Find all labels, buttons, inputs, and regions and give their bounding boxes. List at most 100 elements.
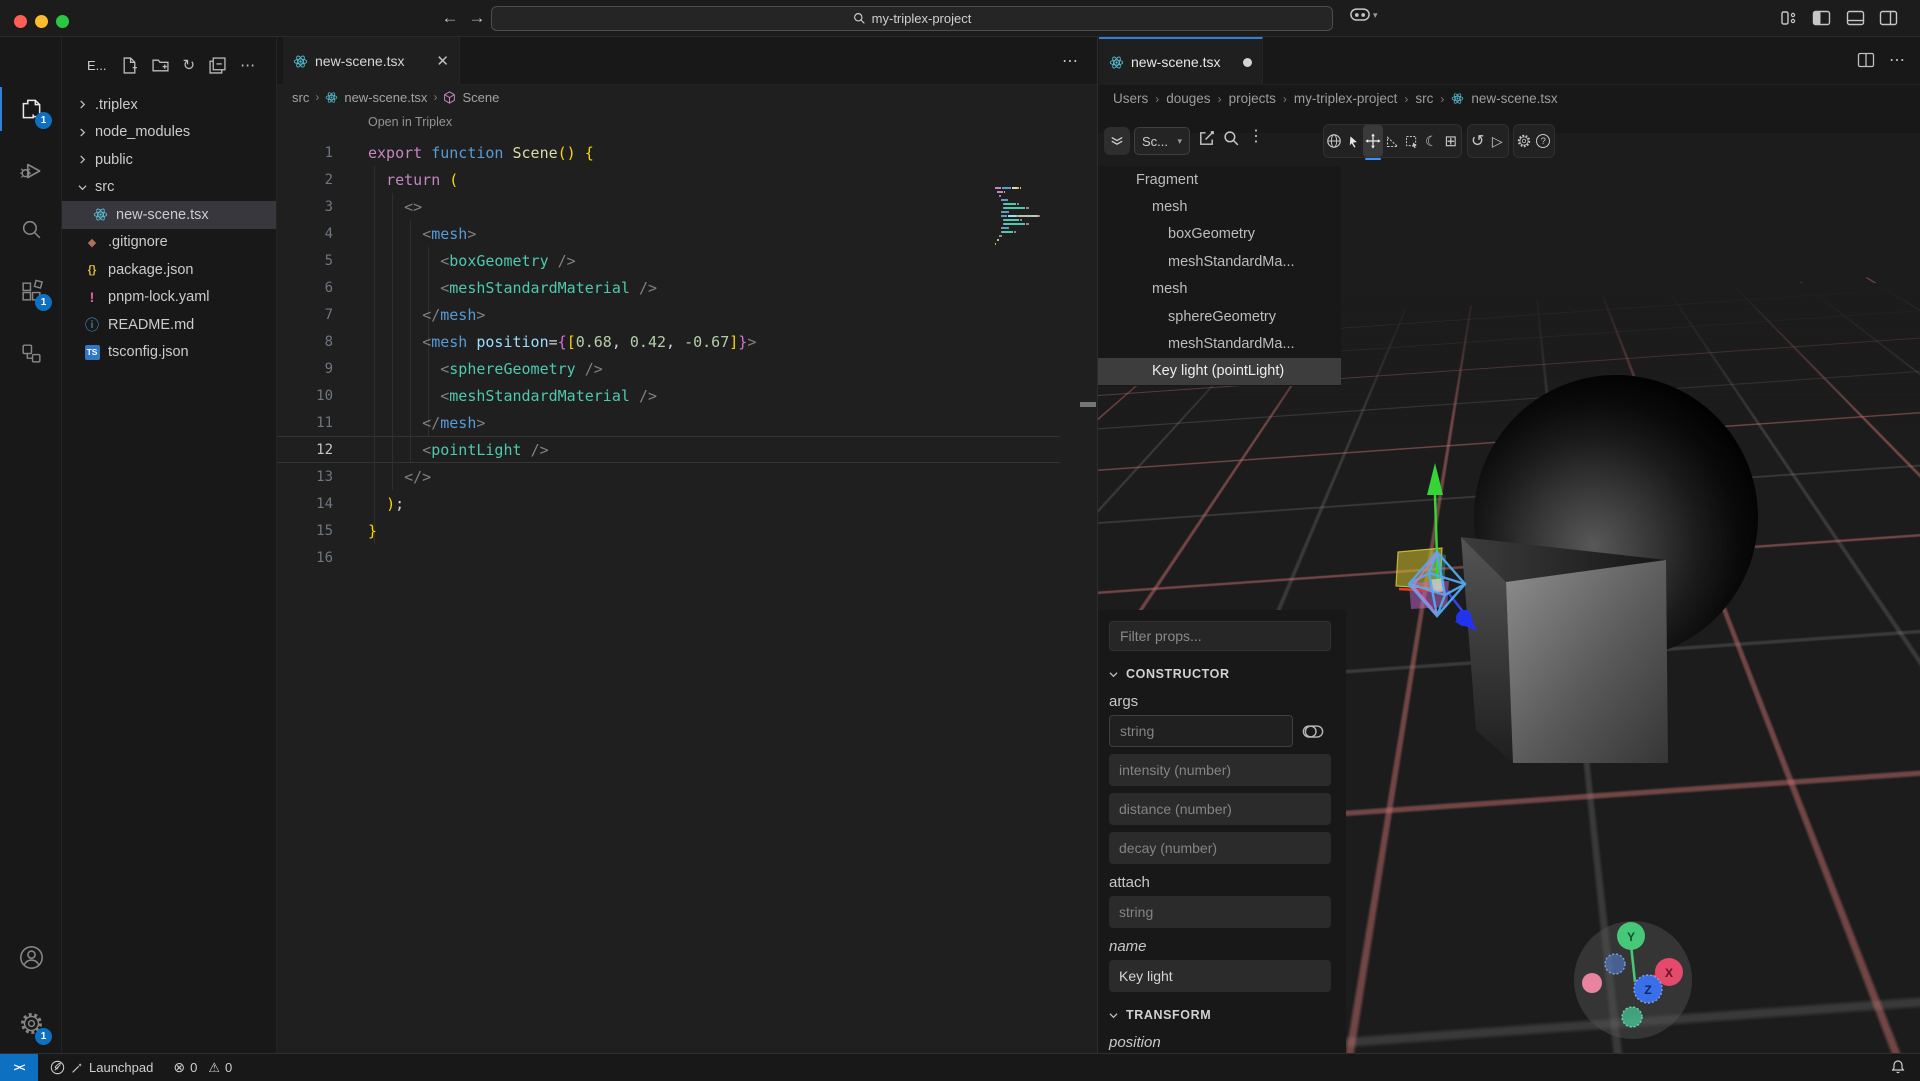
file-tree-item-node-modules[interactable]: node_modules: [62, 119, 276, 147]
play-icon[interactable]: ▷: [1488, 125, 1508, 157]
code-line-4[interactable]: 4 <mesh>: [277, 220, 1060, 247]
more-editor-actions-icon[interactable]: ⋯: [1062, 51, 1079, 71]
breadcrumb-item[interactable]: src: [1415, 91, 1433, 106]
sidebar-item-search[interactable]: [0, 205, 62, 253]
prop-input-string[interactable]: [1109, 715, 1293, 747]
code-line-13[interactable]: 13 </>: [277, 463, 1060, 490]
search-icon[interactable]: [1223, 130, 1240, 147]
undo-icon[interactable]: ↺: [1468, 125, 1488, 157]
code-line-5[interactable]: 5 <boxGeometry />: [277, 247, 1060, 274]
file-tree-item-readme-md[interactable]: ⓘREADME.md: [62, 311, 276, 339]
code-line-14[interactable]: 14 );: [277, 490, 1060, 517]
breadcrumb-item[interactable]: douges: [1166, 91, 1210, 106]
scene-tree-item-fragment[interactable]: Fragment: [1098, 166, 1341, 193]
switch-prop-type-icon[interactable]: [1302, 724, 1324, 739]
file-tree-item--gitignore[interactable]: ◆.gitignore: [62, 229, 276, 257]
sidebar-item-run-debug[interactable]: [0, 147, 62, 195]
scene-tree-item-key-light-pointlight-[interactable]: Key light (pointLight): [1098, 358, 1341, 385]
customize-layout-icon[interactable]: [1780, 10, 1798, 26]
sidebar-item-extensions[interactable]: 1: [0, 267, 62, 315]
file-tree-item-package-json[interactable]: {}package.json: [62, 256, 276, 284]
breadcrumb-item[interactable]: src: [292, 90, 309, 105]
file-tree-item-tsconfig-json[interactable]: TStsconfig.json: [62, 339, 276, 367]
navigate-back-button[interactable]: ←: [438, 6, 462, 30]
more-actions-icon[interactable]: ⋯: [240, 56, 255, 74]
file-tree-item-public[interactable]: public: [62, 146, 276, 174]
scene-select[interactable]: Sc... ▾: [1134, 127, 1190, 155]
more-actions-icon[interactable]: ⋯: [1889, 50, 1906, 70]
breadcrumb-item[interactable]: projects: [1229, 91, 1276, 106]
layers-button[interactable]: [1104, 127, 1130, 155]
tab-new-scene[interactable]: new-scene.tsx ✕: [283, 37, 460, 85]
window-minimize-button[interactable]: [35, 15, 48, 28]
sidebar-item-references[interactable]: [0, 329, 62, 377]
refresh-icon[interactable]: ↻: [183, 56, 196, 74]
scene-tree-item-meshstandardma-[interactable]: meshStandardMa...: [1098, 330, 1341, 357]
code-line-1[interactable]: 1export function Scene() {: [277, 139, 1060, 166]
prop-input-intensity-number-[interactable]: [1109, 754, 1331, 786]
remote-indicator[interactable]: ><: [0, 1054, 38, 1081]
accounts-button[interactable]: [0, 933, 62, 981]
section-header-constructor[interactable]: CONSTRUCTOR: [1109, 665, 1335, 683]
scene-tree-item-spheregeometry[interactable]: sphereGeometry: [1098, 303, 1341, 330]
copilot-menu[interactable]: ▾: [1350, 8, 1378, 22]
scene-tree-item-mesh[interactable]: mesh: [1098, 276, 1341, 303]
breadcrumb-item[interactable]: my-triplex-project: [1294, 91, 1398, 106]
minimap[interactable]: [995, 187, 1065, 251]
problems-status-item[interactable]: ⊗ 0 ⚠ 0: [173, 1059, 232, 1076]
split-editor-icon[interactable]: [1857, 52, 1875, 68]
launchpad-status-item[interactable]: Launchpad: [50, 1060, 153, 1075]
transform-tool[interactable]: [1402, 125, 1422, 157]
breadcrumb-item[interactable]: Users: [1113, 91, 1148, 106]
code-line-16[interactable]: 16: [277, 544, 1060, 571]
file-tree-item-pnpm-lock-yaml[interactable]: !pnpm-lock.yaml: [62, 284, 276, 312]
toggle-secondary-sidebar-icon[interactable]: [1879, 10, 1898, 26]
new-file-icon[interactable]: [121, 57, 138, 74]
settings-button[interactable]: 1: [0, 999, 62, 1047]
collapse-all-icon[interactable]: [209, 57, 226, 74]
prop-input-key-light[interactable]: [1109, 960, 1331, 992]
file-tree-item-src[interactable]: src: [62, 174, 276, 202]
toggle-panel-icon[interactable]: [1846, 10, 1865, 26]
code-line-9[interactable]: 9 <sphereGeometry />: [277, 355, 1060, 382]
explorer-title[interactable]: E...: [87, 58, 107, 73]
prop-input-string[interactable]: [1109, 896, 1331, 928]
code-line-8[interactable]: 8 <mesh position={[0.68, 0.42, -0.67]}>: [277, 328, 1060, 355]
code-line-11[interactable]: 11 </mesh>: [277, 409, 1060, 436]
command-center-search[interactable]: my-triplex-project: [491, 6, 1333, 31]
kebab-menu-icon[interactable]: ⋮: [1248, 126, 1264, 146]
prop-input-decay-number-[interactable]: [1109, 832, 1331, 864]
section-header-transform[interactable]: TRANSFORM: [1109, 1006, 1335, 1024]
navigate-forward-button[interactable]: →: [465, 6, 489, 30]
code-line-15[interactable]: 15}: [277, 517, 1060, 544]
breadcrumb-item[interactable]: new-scene.tsx: [344, 90, 427, 105]
code-area[interactable]: Open in Triplex 1export function Scene()…: [277, 109, 1097, 1053]
scene-tree-item-mesh[interactable]: mesh: [1098, 193, 1341, 220]
code-line-10[interactable]: 10 <meshStandardMaterial />: [277, 382, 1060, 409]
help-icon[interactable]: ?: [1534, 125, 1554, 157]
gear-icon[interactable]: [1514, 125, 1534, 157]
close-icon[interactable]: ✕: [436, 52, 449, 70]
frame-panels-tool[interactable]: ⊞: [1441, 125, 1461, 157]
breadcrumb-item[interactable]: new-scene.tsx: [1471, 91, 1557, 106]
filter-props-input[interactable]: [1109, 621, 1331, 651]
world-space-tool[interactable]: [1324, 125, 1344, 157]
notifications-bell-icon[interactable]: [1890, 1059, 1906, 1075]
code-line-2[interactable]: 2 return (: [277, 166, 1060, 193]
code-line-7[interactable]: 7 </mesh>: [277, 301, 1060, 328]
prop-input-distance-number-[interactable]: [1109, 793, 1331, 825]
window-close-button[interactable]: [14, 15, 27, 28]
scale-tool[interactable]: [1383, 125, 1403, 157]
code-line-12[interactable]: 12 <pointLight />: [277, 436, 1060, 463]
scene-tree-item-meshstandardma-[interactable]: meshStandardMa...: [1098, 248, 1341, 275]
code-line-3[interactable]: 3 <>: [277, 193, 1060, 220]
tab-new-scene-triplex[interactable]: new-scene.tsx: [1099, 37, 1263, 85]
scene-tree-item-boxgeometry[interactable]: boxGeometry: [1098, 221, 1341, 248]
lighting-toggle[interactable]: ☾: [1422, 125, 1442, 157]
code-line-6[interactable]: 6 <meshStandardMaterial />: [277, 274, 1060, 301]
window-maximize-button[interactable]: [56, 15, 69, 28]
codelens-open-in-triplex[interactable]: Open in Triplex: [368, 115, 452, 129]
select-tool[interactable]: [1344, 125, 1364, 157]
toggle-primary-sidebar-icon[interactable]: [1812, 10, 1831, 26]
new-folder-icon[interactable]: [152, 57, 169, 74]
